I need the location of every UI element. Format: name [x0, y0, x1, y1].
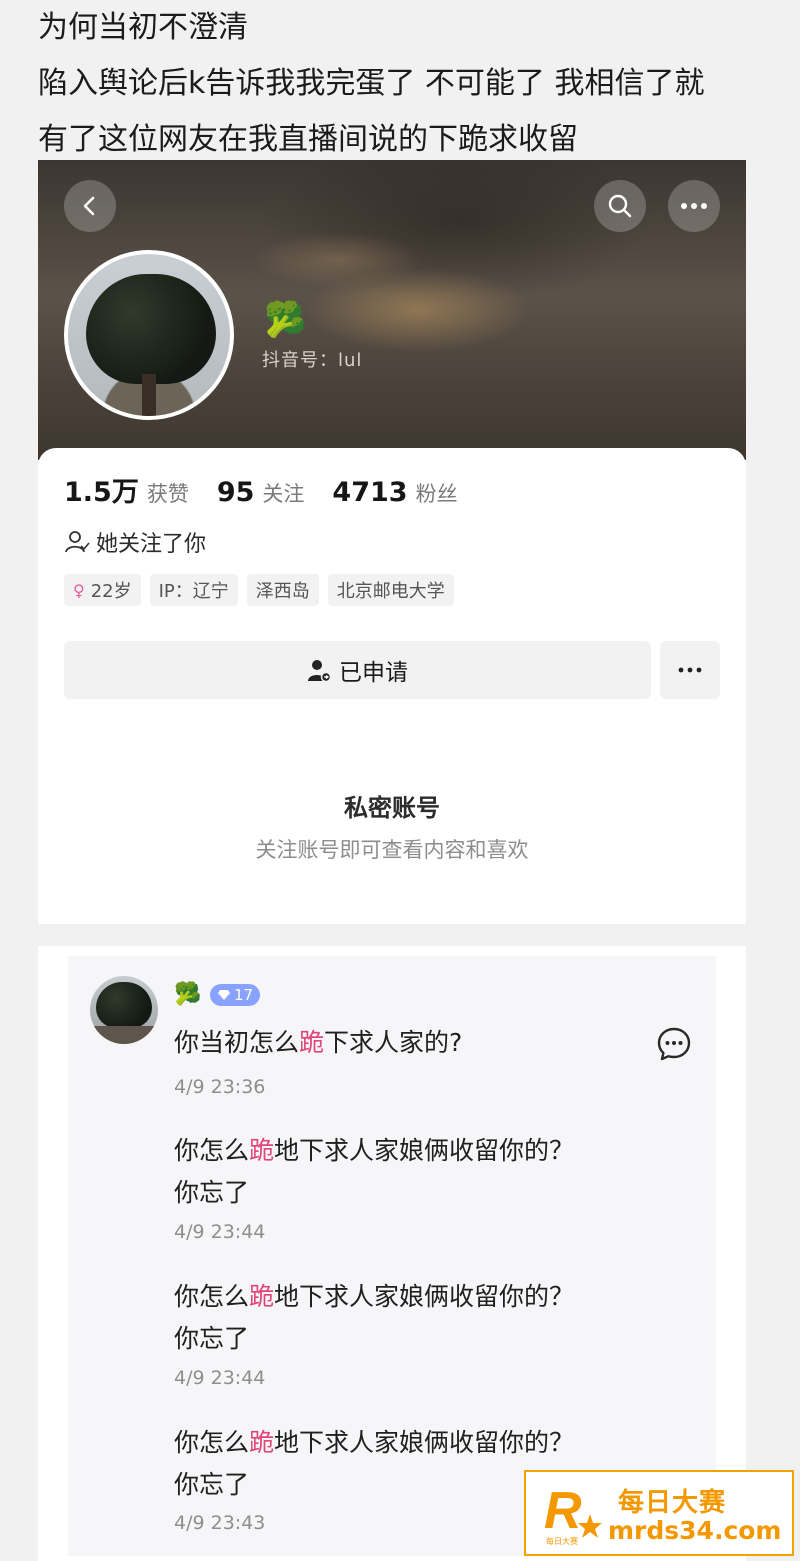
- more-dots-icon: [678, 667, 702, 673]
- profile-info-sheet: 1.5万 获赞 95 关注 4713 粉丝 她关注了你 ♀ 22岁 IP：辽宁 泽…: [38, 448, 746, 924]
- tag-ip: IP：辽宁: [149, 574, 238, 606]
- msg-text: 你怎么: [174, 1282, 250, 1311]
- svg-text:R: R: [544, 1482, 582, 1540]
- site-watermark: R 每日大赛 每日大赛 mrds34.com: [524, 1470, 794, 1556]
- msg-highlight: 跪: [249, 1282, 275, 1311]
- profile-banner: 🥦 抖音号：lul: [38, 160, 746, 460]
- comment-timestamp: 4/9 23:44: [174, 1221, 266, 1243]
- msg-highlight: 跪: [249, 1136, 275, 1165]
- commenter-name-emoji: 🥦: [174, 982, 202, 1007]
- profile-card: 🥦 抖音号：lul 1.5万 获赞 95 关注 4713 粉丝 她关注了你 ♀ 2…: [38, 160, 746, 924]
- followers-count[interactable]: 4713: [332, 477, 407, 508]
- avatar-ground: [90, 1026, 158, 1044]
- watermark-logo: R 每日大赛: [544, 1482, 602, 1546]
- following-label[interactable]: 关注: [262, 478, 304, 508]
- back-button[interactable]: [64, 180, 116, 232]
- tag-school[interactable]: 北京邮电大学: [327, 574, 454, 606]
- private-account-title: 私密账号: [344, 794, 440, 822]
- reply-button[interactable]: [656, 1026, 692, 1066]
- avatar-trunk: [142, 374, 156, 416]
- msg-highlight: 跪: [249, 1428, 275, 1457]
- diamond-icon: [218, 990, 230, 1000]
- followers-label[interactable]: 粉丝: [416, 478, 458, 508]
- avatar-tree-image: [86, 274, 216, 384]
- follows-you-row: 她关注了你: [64, 526, 206, 558]
- likes-label: 获赞: [146, 482, 189, 506]
- comment-message: 你怎么跪地下求人家娘俩收留你的？ 你忘了: [174, 1276, 594, 1360]
- chevron-left-icon: [83, 196, 95, 216]
- applied-button[interactable]: 已申请: [64, 641, 651, 699]
- nickname-emoji: 🥦: [264, 300, 307, 340]
- msg-highlight: 跪: [299, 1028, 325, 1057]
- comment-bubble-icon: [657, 1027, 691, 1061]
- comment-timestamp: 4/9 23:44: [174, 1367, 266, 1389]
- private-account-hint: 关注账号即可查看内容和喜欢: [255, 838, 529, 862]
- fan-level-badge: 17: [210, 984, 261, 1006]
- avatar-tree-image: [96, 982, 152, 1028]
- post-caption: 为何当初不澄清 陷入舆论后k告诉我我完蛋了 不可能了 我相信了就 有了这位网友在…: [38, 0, 778, 168]
- douyin-id[interactable]: 抖音号：lul: [262, 346, 362, 372]
- follows-you-text: 她关注了你: [96, 532, 207, 557]
- more-options-button[interactable]: [668, 180, 720, 232]
- post-line: 陷入舆论后k告诉我我完蛋了 不可能了 我相信了就: [38, 66, 705, 101]
- comment-timestamp: 4/9 23:36: [174, 1076, 266, 1098]
- post-line: 为何当初不澄清: [38, 10, 248, 45]
- tag-location: 泽西岛: [246, 574, 319, 606]
- msg-text: 你当初怎么: [174, 1028, 300, 1057]
- person-icon: [65, 531, 90, 553]
- more-actions-button[interactable]: [660, 641, 720, 699]
- search-button[interactable]: [594, 180, 646, 232]
- user-pending-icon: [308, 660, 331, 682]
- watermark-url: mrds34.com: [608, 1516, 782, 1545]
- msg-text: 你怎么: [174, 1428, 250, 1457]
- watermark-logo-text: 每日大赛: [546, 1536, 578, 1546]
- profile-tags: ♀ 22岁 IP：辽宁 泽西岛 北京邮电大学: [64, 574, 463, 606]
- tag-age-text: 22岁: [90, 581, 132, 602]
- msg-text: 下求人家的?: [324, 1028, 463, 1057]
- commenter-avatar[interactable]: [90, 976, 158, 1044]
- search-icon: [608, 194, 632, 218]
- following-count[interactable]: 95: [217, 477, 255, 508]
- tag-age: ♀ 22岁: [64, 574, 141, 606]
- msg-text: 你怎么: [174, 1136, 250, 1165]
- likes-count: 1.5万: [64, 477, 139, 508]
- female-icon: ♀: [73, 580, 85, 600]
- profile-avatar[interactable]: [64, 250, 234, 420]
- comment-message: 你怎么跪地下求人家娘俩收留你的？ 你忘了: [174, 1130, 594, 1214]
- watermark-site-name: 每日大赛: [618, 1488, 727, 1518]
- comment-card: 🥦 17 你当初怎么跪下求人家的? 4/9 23:36 你怎么跪地下求人家娘俩收…: [38, 946, 746, 1561]
- comment-timestamp: 4/9 23:43: [174, 1512, 266, 1534]
- comment-message: 你当初怎么跪下求人家的?: [174, 1022, 594, 1064]
- more-dots-icon: [681, 203, 707, 209]
- comment-thread: 🥦 17 你当初怎么跪下求人家的? 4/9 23:36 你怎么跪地下求人家娘俩收…: [68, 956, 716, 1556]
- applied-label: 已申请: [339, 660, 408, 686]
- fan-level-number: 17: [234, 986, 254, 1004]
- profile-stats: 1.5万 获赞 95 关注 4713 粉丝: [64, 470, 486, 509]
